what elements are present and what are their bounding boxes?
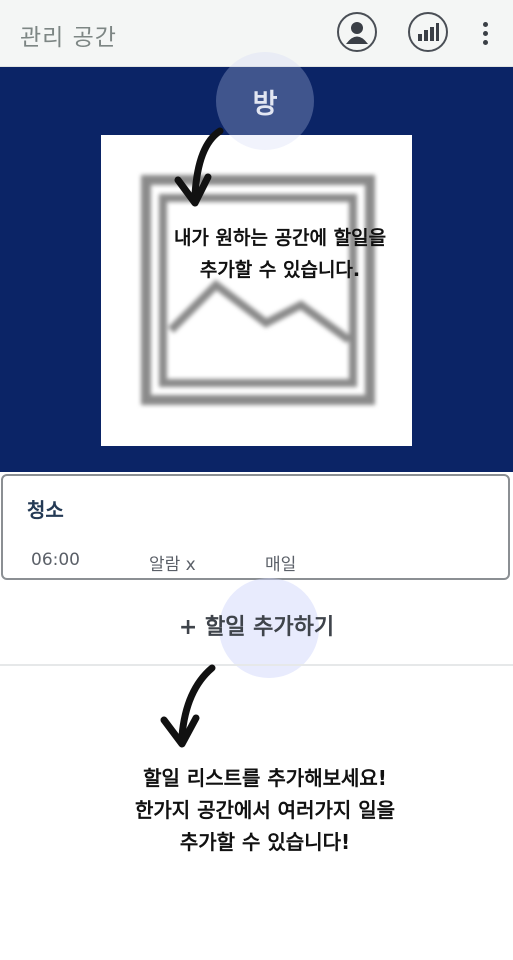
todo-time: 06:00 <box>31 550 80 570</box>
tip-line: 내가 원하는 공간에 할일을 <box>173 227 387 249</box>
room-image[interactable] <box>101 135 412 446</box>
page-title: 관리 공간 <box>20 25 117 51</box>
tutorial-tip-room: 내가 원하는 공간에 할일을 추가할 수 있습니다. <box>130 222 430 286</box>
tip-line: 추가할 수 있습니다. <box>199 259 361 281</box>
arrow-down-icon <box>160 664 216 748</box>
todo-item[interactable]: 청소 06:00 알람 x 매일 <box>1 474 510 580</box>
todo-repeat: 매일 <box>265 555 297 575</box>
tip-line: 할일 리스트를 추가해보세요! <box>143 766 387 790</box>
todo-alarm-status: 알람 x <box>149 555 196 575</box>
image-placeholder-icon <box>141 175 375 405</box>
stats-button[interactable] <box>408 12 448 52</box>
room-label[interactable]: 방 <box>216 82 314 121</box>
more-options-button[interactable] <box>474 16 496 50</box>
tip-line: 추가할 수 있습니다! <box>179 830 351 854</box>
todo-title: 청소 <box>27 498 64 522</box>
profile-icon <box>346 22 368 44</box>
tutorial-tip-add: 할일 리스트를 추가해보세요! 한가지 공간에서 여러가지 일을 추가할 수 있… <box>90 762 440 858</box>
add-todo-button[interactable]: + 할일 추가하기 <box>0 609 513 641</box>
arrow-down-icon <box>174 127 224 207</box>
divider <box>0 664 513 666</box>
tip-line: 한가지 공간에서 여러가지 일을 <box>134 798 396 822</box>
more-vert-icon <box>482 21 488 27</box>
profile-button[interactable] <box>337 12 377 52</box>
stats-icon <box>418 23 439 41</box>
